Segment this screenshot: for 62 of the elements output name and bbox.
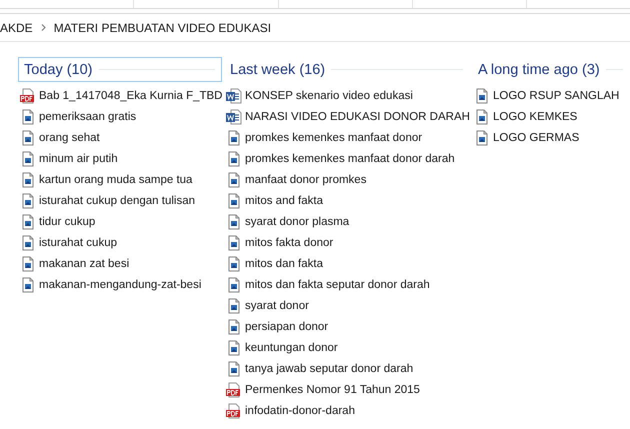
file-name[interactable]: orang sehat bbox=[39, 132, 100, 144]
file-name[interactable]: manfaat donor promkes bbox=[245, 174, 366, 186]
file-name[interactable]: mitos and fakta bbox=[245, 194, 323, 206]
image-file-icon bbox=[474, 108, 490, 124]
file-name[interactable]: minum air putih bbox=[39, 152, 118, 164]
image-file-icon bbox=[226, 318, 242, 334]
file-name[interactable]: Bab 1_1417048_Eka Kurnia F_TBD bbox=[39, 90, 222, 102]
file-name[interactable]: pemeriksaan gratis bbox=[39, 110, 136, 122]
file-name[interactable]: mitos dan fakta seputar donor darah bbox=[245, 278, 430, 290]
image-file-icon bbox=[20, 172, 36, 188]
file-name[interactable]: promkes kemenkes manfaat donor darah bbox=[245, 152, 455, 164]
file-name[interactable]: infodatin-donor-darah bbox=[245, 404, 355, 416]
image-file-icon bbox=[20, 234, 36, 250]
group-header[interactable]: Today (10) bbox=[18, 57, 222, 82]
pdf-file-icon bbox=[226, 382, 242, 398]
image-file-icon bbox=[226, 192, 242, 208]
file-name[interactable]: LOGO GERMAS bbox=[493, 132, 580, 144]
file-name[interactable]: promkes kemenkes manfaat donor bbox=[245, 132, 422, 144]
file-name[interactable]: kartun orang muda sampe tua bbox=[39, 174, 192, 186]
chevron-right-icon bbox=[40, 24, 46, 31]
pdf-file-icon bbox=[226, 402, 242, 418]
image-file-icon bbox=[20, 150, 36, 166]
breadcrumb-item[interactable]: MATERI PEMBUATAN VIDEO EDUKASI bbox=[54, 20, 272, 34]
image-file-icon bbox=[226, 172, 242, 188]
file-name[interactable]: LOGO KEMKES bbox=[493, 110, 578, 122]
file-name[interactable]: mitos dan fakta bbox=[245, 258, 323, 270]
image-file-icon bbox=[226, 214, 242, 230]
image-file-icon bbox=[226, 234, 242, 250]
word-document-icon bbox=[226, 88, 242, 104]
file-name[interactable]: LOGO RSUP SANGLAH bbox=[493, 90, 620, 102]
file-name[interactable]: persiapan donor bbox=[245, 320, 328, 332]
file-name[interactable]: KONSEP skenario video edukasi bbox=[245, 90, 413, 102]
image-file-icon bbox=[226, 340, 242, 356]
word-document-icon bbox=[226, 108, 242, 124]
image-file-icon bbox=[474, 88, 490, 104]
image-file-icon bbox=[20, 192, 36, 208]
image-file-icon bbox=[226, 298, 242, 314]
file-name[interactable]: isturahat cukup bbox=[39, 236, 117, 248]
image-file-icon bbox=[20, 108, 36, 124]
file-name[interactable]: syarat donor bbox=[245, 300, 309, 312]
file-name[interactable]: tanya jawab seputar donor darah bbox=[245, 362, 414, 374]
file-name[interactable]: isturahat cukup dengan tulisan bbox=[39, 194, 195, 206]
breadcrumb-item[interactable]: AKDE bbox=[0, 20, 33, 34]
image-file-icon bbox=[226, 276, 242, 292]
image-file-icon bbox=[20, 130, 36, 146]
image-file-icon bbox=[20, 276, 36, 292]
pdf-file-icon bbox=[20, 88, 36, 104]
image-file-icon bbox=[226, 130, 242, 146]
image-file-icon bbox=[20, 214, 36, 230]
image-file-icon bbox=[226, 256, 242, 272]
image-file-icon bbox=[226, 150, 242, 166]
file-name[interactable]: keuntungan donor bbox=[245, 342, 338, 354]
file-name[interactable]: syarat donor plasma bbox=[245, 216, 350, 228]
image-file-icon bbox=[20, 256, 36, 272]
file-name[interactable]: NARASI VIDEO EDUKASI DONOR DARAH bbox=[245, 110, 470, 122]
file-name[interactable]: tidur cukup bbox=[39, 216, 96, 228]
image-file-icon bbox=[474, 130, 490, 146]
image-file-icon bbox=[226, 360, 242, 376]
file-name[interactable]: makanan zat besi bbox=[39, 258, 130, 270]
file-name[interactable]: makanan-mengandung-zat-besi bbox=[39, 278, 202, 290]
file-name[interactable]: Permenkes Nomor 91 Tahun 2015 bbox=[245, 384, 420, 396]
file-name[interactable]: mitos fakta donor bbox=[245, 236, 334, 248]
